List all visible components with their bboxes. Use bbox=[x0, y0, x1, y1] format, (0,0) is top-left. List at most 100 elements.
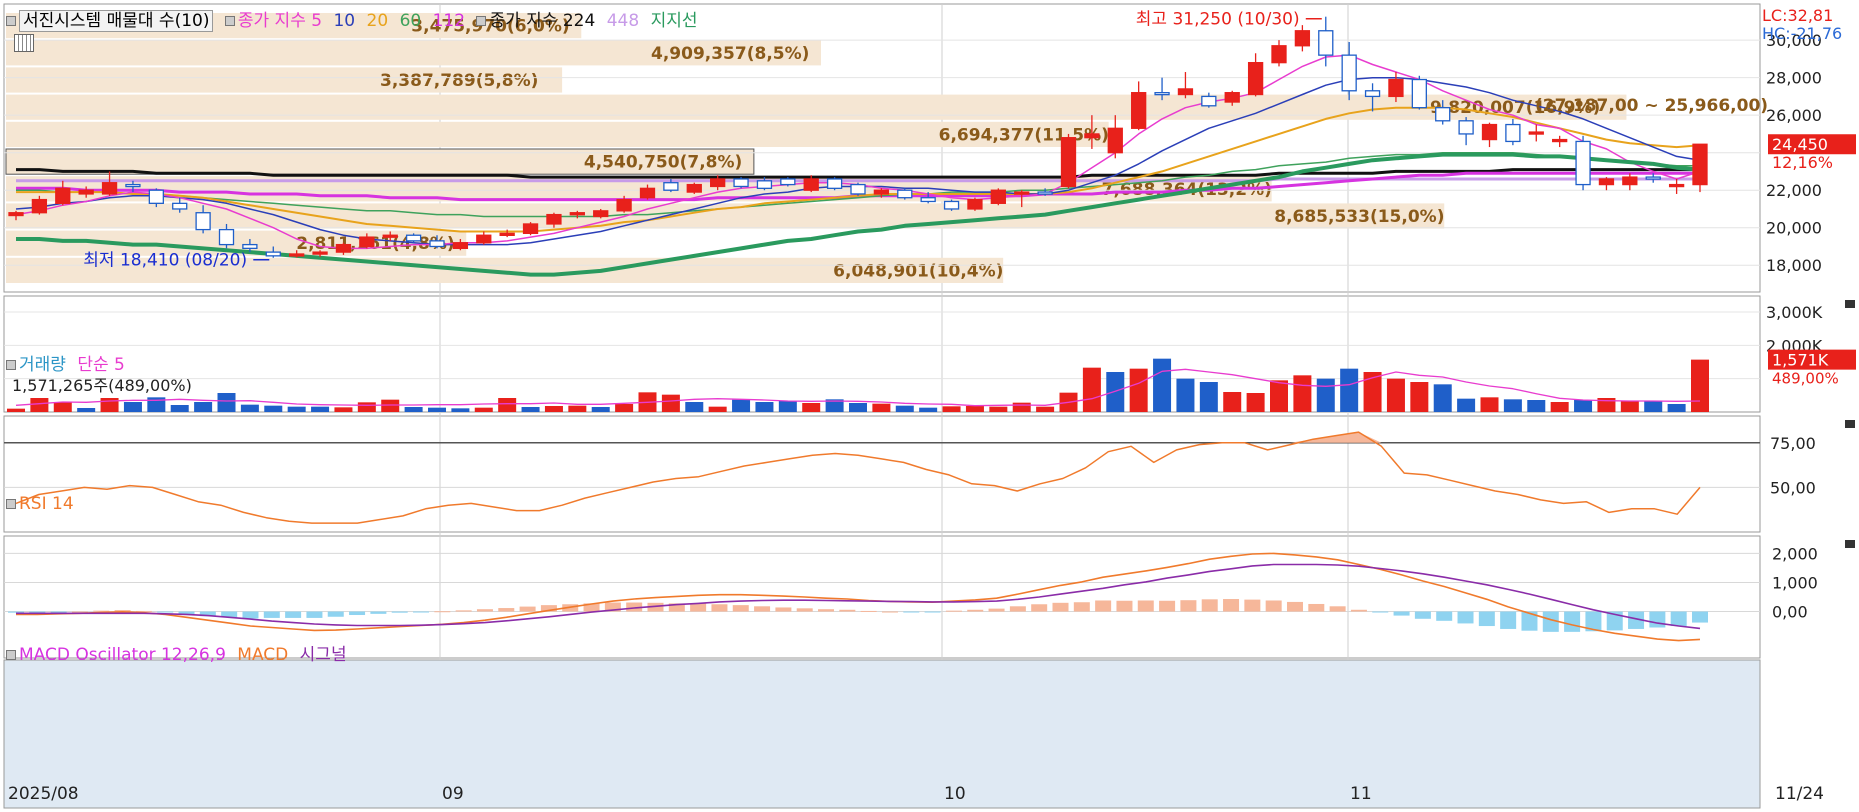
candle-body bbox=[265, 251, 281, 257]
volume-bar bbox=[895, 405, 914, 412]
candle-body bbox=[639, 187, 656, 199]
candle bbox=[522, 222, 539, 236]
price-tick-label: 28,000 bbox=[1766, 69, 1822, 88]
macd-tick-label: 2,000 bbox=[1772, 544, 1818, 563]
legend-ma5[interactable]: 종가 지수 5 bbox=[238, 11, 322, 31]
legend-ma10[interactable]: 10 bbox=[333, 11, 355, 31]
candle bbox=[990, 188, 1006, 206]
candle-body bbox=[967, 198, 983, 210]
legend-ma60[interactable]: 60 bbox=[400, 11, 422, 31]
candle bbox=[943, 199, 960, 211]
macd-oscillator-bar bbox=[498, 608, 515, 612]
macd-oscillator-bar bbox=[1009, 606, 1026, 612]
price-tick-label: 22,000 bbox=[1766, 181, 1822, 200]
macd-oscillator-bar bbox=[796, 608, 813, 612]
volume-bar bbox=[1457, 398, 1476, 412]
macd-oscillator-bar bbox=[945, 610, 962, 612]
legend-rsi[interactable]: RSI 14 bbox=[19, 494, 74, 514]
volume-bar bbox=[1574, 400, 1593, 412]
current-change-label: 12,16% bbox=[1772, 153, 1833, 172]
legend-ma224[interactable]: 종가 지수 224 bbox=[489, 11, 595, 31]
candle-body bbox=[1107, 127, 1123, 154]
volume-profile-label: 4,540,750(7,8%) bbox=[584, 153, 742, 173]
legend-support[interactable]: 지지선 bbox=[651, 11, 698, 31]
macd-oscillator-bar bbox=[476, 609, 493, 612]
x-tick-label: 09 bbox=[442, 784, 464, 804]
candle-body bbox=[1318, 30, 1334, 56]
volume-profile-label: 6,048,901(10,4%) bbox=[833, 261, 1003, 281]
candle-body bbox=[172, 202, 188, 210]
x-tick-label: 11/24 bbox=[1775, 784, 1824, 804]
macd-oscillator-bar bbox=[1073, 602, 1090, 612]
candle-body bbox=[1224, 92, 1240, 103]
legend-signal[interactable]: 시그널 bbox=[300, 645, 347, 665]
legend-ma448[interactable]: 448 bbox=[607, 11, 639, 31]
candle-body bbox=[55, 187, 71, 204]
volume-bar bbox=[919, 407, 938, 412]
volume-bar bbox=[1433, 384, 1452, 412]
candle-body bbox=[382, 234, 398, 238]
candle-body bbox=[826, 178, 843, 189]
volume-bar bbox=[685, 402, 704, 412]
macd-oscillator-bar bbox=[1159, 600, 1176, 612]
price-tick-label: 20,000 bbox=[1766, 219, 1822, 238]
hc-value: HC:-21,76 bbox=[1762, 24, 1843, 43]
table-icon[interactable] bbox=[14, 34, 34, 52]
candle-body bbox=[1458, 120, 1474, 135]
macd-oscillator-bar bbox=[967, 609, 984, 612]
macd-oscillator-bar bbox=[1116, 600, 1133, 612]
volume-bar bbox=[311, 406, 330, 412]
macd-oscillator-bar bbox=[1329, 606, 1346, 612]
volume-bar bbox=[77, 408, 96, 412]
candle-body bbox=[569, 212, 585, 216]
volume-bar bbox=[1012, 402, 1031, 412]
volume-bar bbox=[755, 402, 774, 412]
legend-ma20[interactable]: 20 bbox=[367, 11, 389, 31]
candle-body bbox=[312, 251, 328, 255]
volume-bar bbox=[1199, 382, 1218, 412]
volume-bar bbox=[1293, 375, 1312, 412]
macd-oscillator-bar bbox=[1670, 611, 1687, 627]
legend-ma112[interactable]: 112 bbox=[433, 11, 465, 31]
legend-macd[interactable]: MACD bbox=[237, 645, 288, 665]
candle-body bbox=[1131, 92, 1147, 129]
volume-bar bbox=[942, 406, 961, 412]
macd-oscillator-bar bbox=[690, 603, 707, 612]
legend-title[interactable]: 서진시스템 매물대 수(10) bbox=[19, 10, 214, 32]
candle-body bbox=[1201, 95, 1217, 107]
candle-body bbox=[616, 198, 632, 212]
macd-oscillator-bar bbox=[1478, 611, 1495, 627]
volume-bar bbox=[521, 407, 540, 412]
legend-macd-osc[interactable]: MACD Oscillator 12,26,9 bbox=[19, 645, 226, 665]
candle-body bbox=[1622, 176, 1638, 186]
legend-marker-icon bbox=[224, 16, 235, 26]
candle-body bbox=[920, 197, 936, 203]
candle bbox=[780, 177, 796, 187]
panel-rsi-frame bbox=[3, 415, 1761, 533]
volume-bar bbox=[1176, 378, 1195, 412]
volume-bar bbox=[1316, 378, 1335, 412]
volume-profile-label: 3,387,789(5,8%) bbox=[380, 71, 538, 91]
macd-oscillator-bar bbox=[370, 611, 387, 614]
macd-oscillator-bar bbox=[1457, 611, 1474, 624]
volume-bar bbox=[708, 406, 727, 412]
x-tick-label: 2025/08 bbox=[8, 784, 79, 804]
legend-marker-icon bbox=[476, 16, 487, 26]
candle-body bbox=[1411, 78, 1427, 109]
volume-bar bbox=[872, 403, 891, 412]
volume-profile-label: 6,694,377(11,5%) bbox=[939, 125, 1109, 145]
volume-bar bbox=[53, 402, 72, 412]
candle-body bbox=[1364, 90, 1381, 98]
candle-body bbox=[1388, 78, 1404, 98]
candle bbox=[826, 177, 843, 191]
macd-oscillator-bar bbox=[1180, 600, 1197, 612]
volume-bar bbox=[544, 406, 563, 412]
candle bbox=[1060, 133, 1077, 189]
volume-bar bbox=[194, 402, 213, 412]
candle-body bbox=[546, 213, 562, 225]
volume-bar bbox=[1106, 372, 1125, 412]
volume-bar bbox=[381, 399, 400, 412]
candle-body bbox=[1505, 123, 1521, 143]
candle-body bbox=[359, 236, 375, 248]
candle-body bbox=[897, 189, 913, 199]
